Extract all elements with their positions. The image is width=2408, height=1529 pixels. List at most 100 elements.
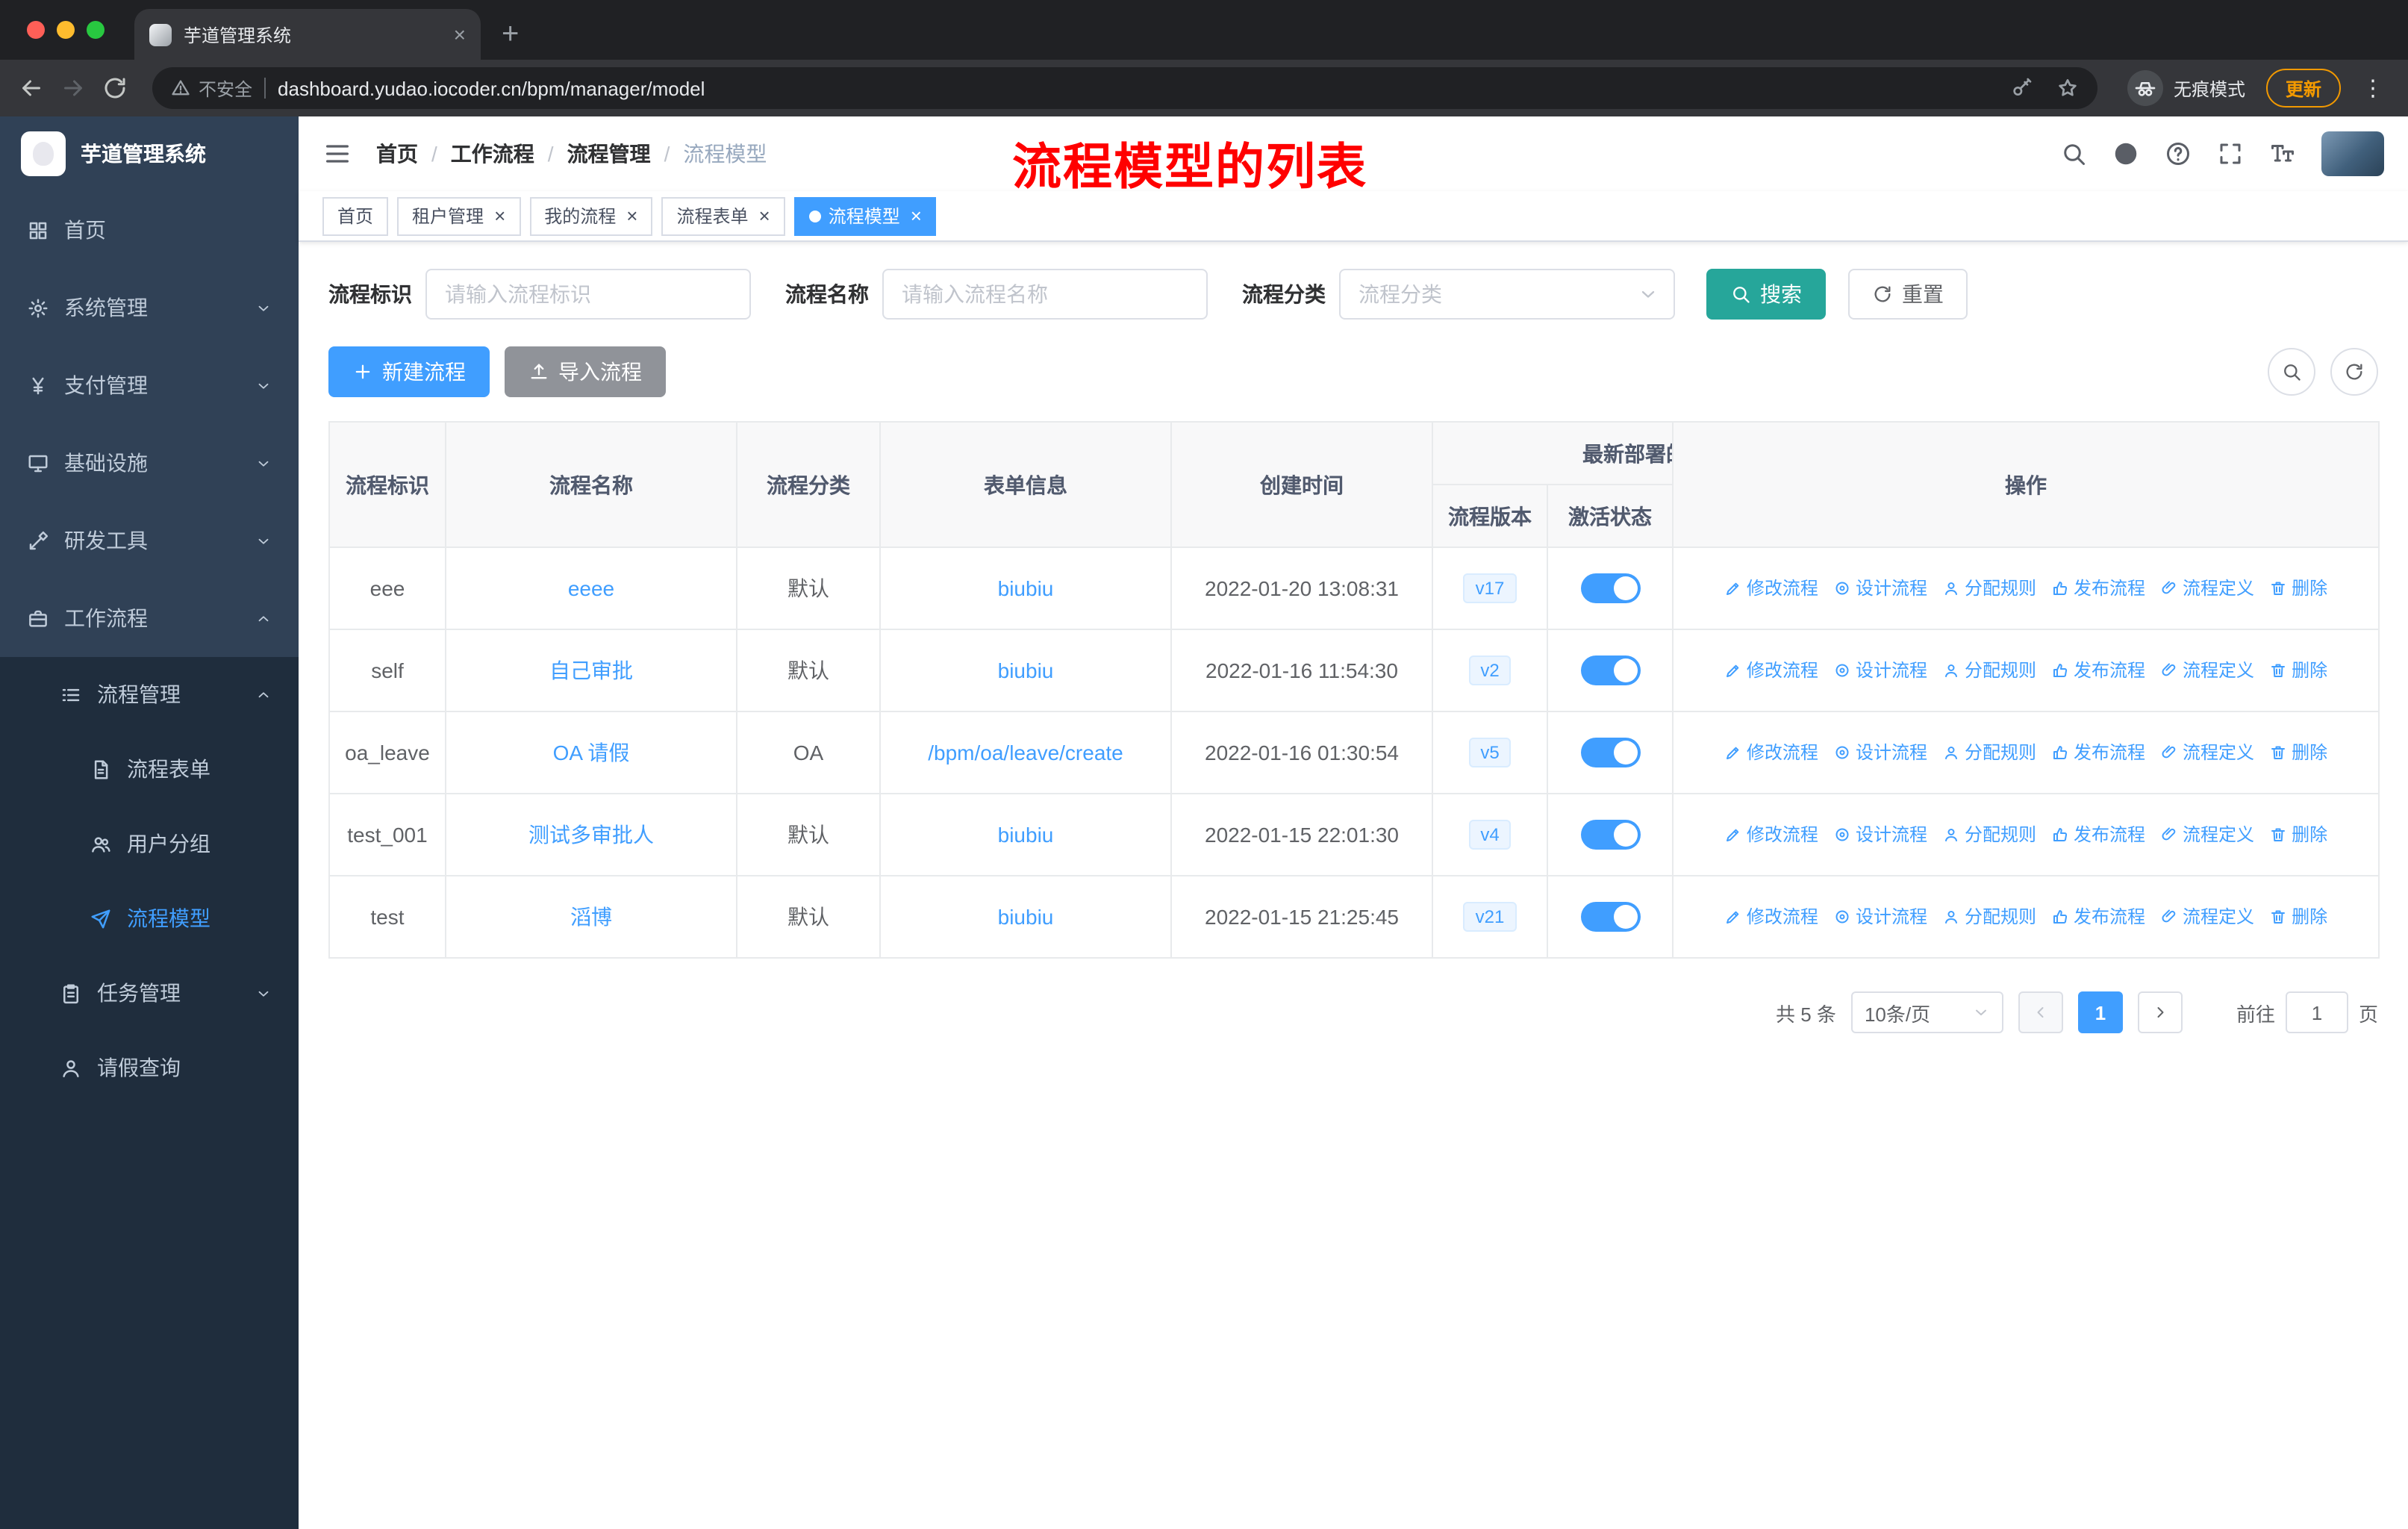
github-icon[interactable] (2112, 140, 2139, 167)
active-toggle[interactable] (1580, 820, 1640, 850)
sidebar-item-home[interactable]: 首页 (0, 191, 299, 269)
op-design-link[interactable]: 设计流程 (1833, 904, 1927, 929)
import-process-button[interactable]: 导入流程 (505, 346, 666, 397)
version-badge[interactable]: v17 (1463, 573, 1517, 603)
tag-process-model[interactable]: 流程模型 × (793, 196, 937, 235)
security-indicator[interactable]: 不安全 (170, 75, 252, 101)
active-toggle[interactable] (1580, 655, 1640, 685)
update-button[interactable]: 更新 (2265, 69, 2341, 108)
tag-close-icon[interactable]: × (494, 206, 505, 225)
process-name-link[interactable]: 测试多审批人 (528, 823, 654, 847)
sidebar-item-system-management[interactable]: 系统管理 (0, 269, 299, 346)
op-edit-link[interactable]: 修改流程 (1724, 576, 1818, 601)
tag-my-process[interactable]: 我的流程 × (529, 196, 653, 235)
version-badge[interactable]: v5 (1468, 738, 1512, 767)
next-page-button[interactable] (2137, 991, 2183, 1033)
op-publish-link[interactable]: 发布流程 (2051, 822, 2145, 847)
op-delete-link[interactable]: 删除 (2269, 822, 2327, 847)
sidebar-item-payment-management[interactable]: 支付管理 (0, 346, 299, 424)
font-size-icon[interactable] (2269, 140, 2296, 167)
op-delete-link[interactable]: 删除 (2269, 740, 2327, 765)
tag-tenant-management[interactable]: 租户管理 × (397, 196, 521, 235)
form-info-link[interactable]: biubiu (998, 576, 1054, 600)
create-process-button[interactable]: 新建流程 (328, 346, 490, 397)
goto-page-input[interactable] (2285, 991, 2348, 1033)
form-info-link[interactable]: biubiu (998, 905, 1054, 929)
op-design-link[interactable]: 设计流程 (1833, 822, 1927, 847)
op-edit-link[interactable]: 修改流程 (1724, 658, 1818, 683)
sidebar-item-process-form[interactable]: 流程表单 (0, 732, 299, 806)
help-icon[interactable] (2165, 140, 2192, 167)
op-definition-link[interactable]: 流程定义 (2160, 822, 2254, 847)
op-assign-rule-link[interactable]: 分配规则 (1942, 904, 2036, 929)
key-icon[interactable] (2011, 76, 2035, 100)
op-delete-link[interactable]: 删除 (2269, 658, 2327, 683)
op-publish-link[interactable]: 发布流程 (2051, 904, 2145, 929)
op-design-link[interactable]: 设计流程 (1833, 740, 1927, 765)
bookmark-star-icon[interactable] (2056, 76, 2080, 100)
sidebar-item-workflow[interactable]: 工作流程 (0, 579, 299, 657)
op-edit-link[interactable]: 修改流程 (1724, 822, 1818, 847)
op-publish-link[interactable]: 发布流程 (2051, 740, 2145, 765)
forward-icon[interactable] (60, 75, 87, 102)
op-edit-link[interactable]: 修改流程 (1724, 904, 1818, 929)
process-name-input[interactable] (882, 269, 1208, 320)
page-size-select[interactable]: 10条/页 (1850, 991, 2003, 1033)
refresh-table-button[interactable] (2330, 348, 2378, 396)
browser-tab[interactable]: 芋道管理系统 × (134, 9, 481, 60)
back-icon[interactable] (18, 75, 45, 102)
new-tab-button[interactable]: + (502, 19, 519, 49)
breadcrumb-process-management[interactable]: 流程管理 (567, 139, 651, 169)
breadcrumb-home[interactable]: 首页 (376, 139, 418, 169)
op-definition-link[interactable]: 流程定义 (2160, 658, 2254, 683)
window-close-button[interactable] (27, 21, 45, 39)
category-select[interactable]: 流程分类 (1339, 269, 1675, 320)
sidebar-item-dev-tools[interactable]: 研发工具 (0, 502, 299, 579)
avatar[interactable] (2321, 131, 2384, 176)
tab-close-icon[interactable]: × (454, 22, 466, 46)
op-publish-link[interactable]: 发布流程 (2051, 576, 2145, 601)
fullscreen-icon[interactable] (2217, 140, 2244, 167)
tag-process-form[interactable]: 流程表单 × (661, 196, 785, 235)
window-zoom-button[interactable] (87, 21, 105, 39)
form-info-link[interactable]: /bpm/oa/leave/create (928, 741, 1123, 764)
tag-home[interactable]: 首页 (322, 196, 389, 235)
version-badge[interactable]: v2 (1468, 655, 1512, 685)
sidebar-item-process-management[interactable]: 流程管理 (0, 657, 299, 732)
op-delete-link[interactable]: 删除 (2269, 576, 2327, 601)
active-toggle[interactable] (1580, 902, 1640, 932)
op-delete-link[interactable]: 删除 (2269, 904, 2327, 929)
op-edit-link[interactable]: 修改流程 (1724, 740, 1818, 765)
tag-close-icon[interactable]: × (626, 206, 637, 225)
process-name-link[interactable]: OA 请假 (553, 741, 630, 764)
tag-close-icon[interactable]: × (759, 206, 770, 225)
op-assign-rule-link[interactable]: 分配规则 (1942, 740, 2036, 765)
tag-close-icon[interactable]: × (911, 206, 922, 225)
sidebar-item-task-management[interactable]: 任务管理 (0, 956, 299, 1030)
op-assign-rule-link[interactable]: 分配规则 (1942, 576, 2036, 601)
op-assign-rule-link[interactable]: 分配规则 (1942, 658, 2036, 683)
version-badge[interactable]: v4 (1468, 820, 1512, 850)
toggle-search-button[interactable] (2268, 348, 2315, 396)
breadcrumb-workflow[interactable]: 工作流程 (451, 139, 534, 169)
op-design-link[interactable]: 设计流程 (1833, 658, 1927, 683)
search-icon[interactable] (2060, 140, 2087, 167)
search-button[interactable]: 搜索 (1706, 269, 1826, 320)
page-1-button[interactable]: 1 (2077, 991, 2123, 1033)
prev-page-button[interactable] (2018, 991, 2063, 1033)
op-design-link[interactable]: 设计流程 (1833, 576, 1927, 601)
reset-button[interactable]: 重置 (1848, 269, 1968, 320)
form-info-link[interactable]: biubiu (998, 658, 1054, 682)
op-definition-link[interactable]: 流程定义 (2160, 904, 2254, 929)
process-name-link[interactable]: eeee (568, 576, 614, 600)
process-name-link[interactable]: 滔博 (570, 905, 612, 929)
hamburger-icon[interactable] (322, 139, 352, 169)
reload-icon[interactable] (102, 75, 128, 102)
active-toggle[interactable] (1580, 573, 1640, 603)
op-definition-link[interactable]: 流程定义 (2160, 740, 2254, 765)
sidebar-item-user-group[interactable]: 用户分组 (0, 806, 299, 881)
process-id-input[interactable] (425, 269, 751, 320)
op-assign-rule-link[interactable]: 分配规则 (1942, 822, 2036, 847)
url-bar[interactable]: 不安全 dashboard.yudao.iocoder.cn/bpm/manag… (152, 67, 2097, 109)
sidebar-item-infrastructure[interactable]: 基础设施 (0, 424, 299, 502)
